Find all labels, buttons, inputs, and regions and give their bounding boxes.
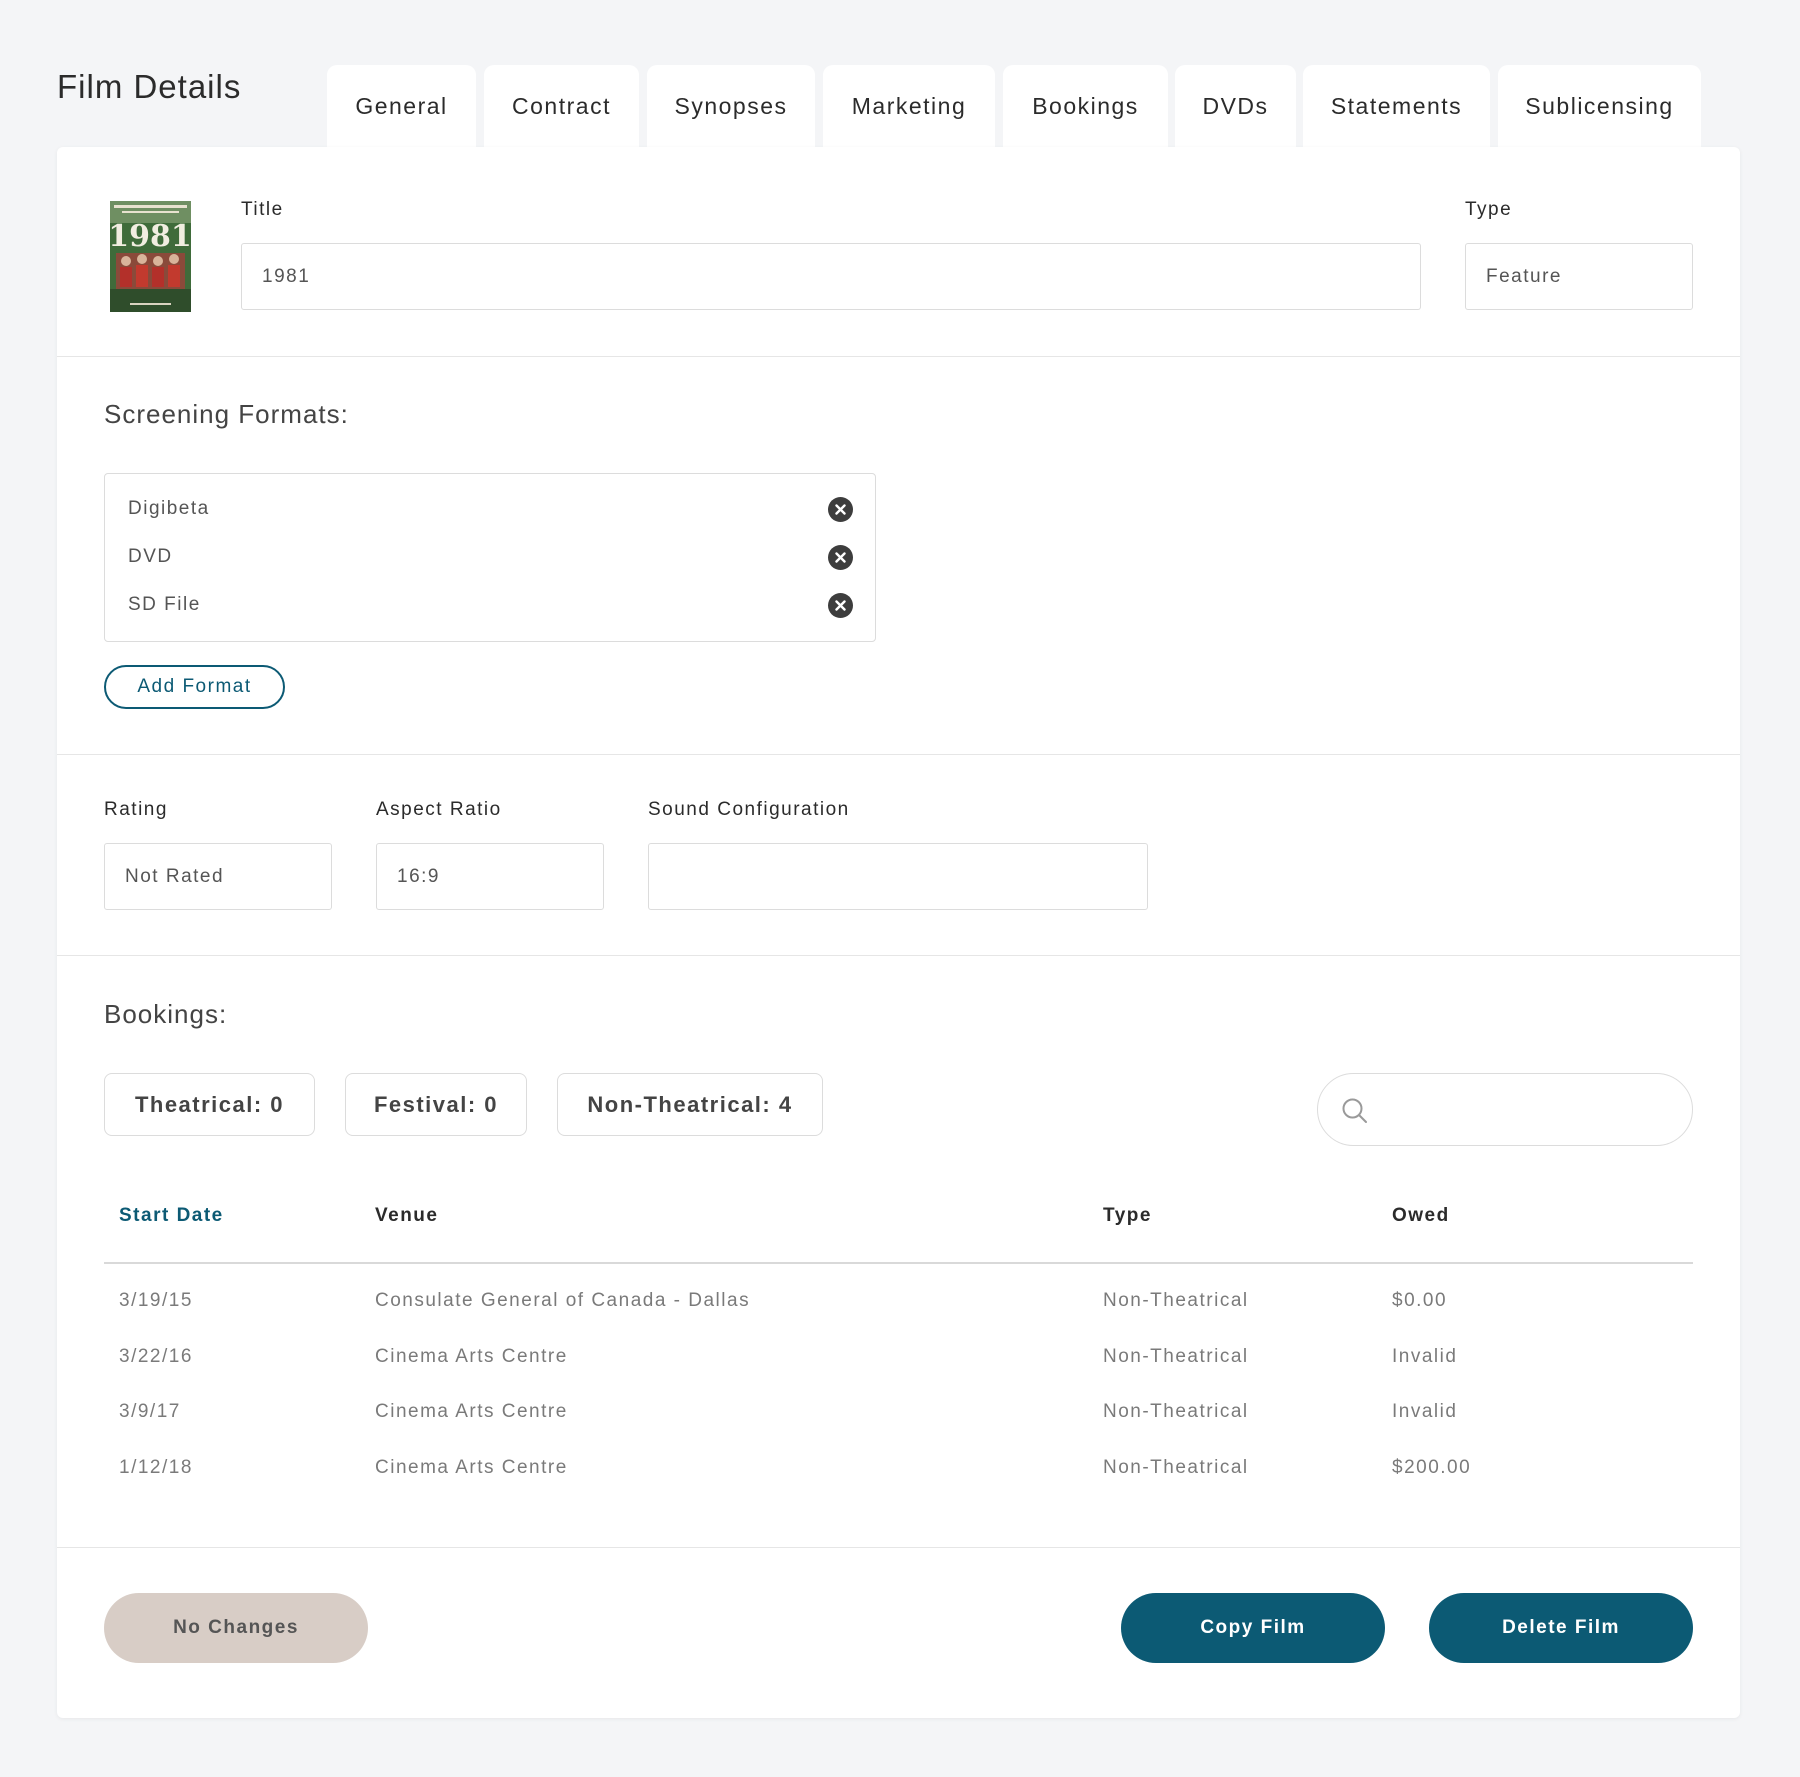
theatrical-filter-button[interactable]: Theatrical: 0 (104, 1073, 315, 1136)
film-details-card: 1981 Title 1981 Type Feature Screening F… (57, 147, 1740, 1718)
cell-venue: Consulate General of Canada - Dallas (375, 1290, 751, 1311)
poster-title: 1981 (110, 219, 191, 254)
cell-start-date: 1/12/18 (119, 1457, 193, 1478)
cell-type: Non-Theatrical (1103, 1401, 1249, 1422)
table-row[interactable]: 3/22/16 Cinema Arts Centre Non-Theatrica… (104, 1340, 1693, 1376)
cell-type: Non-Theatrical (1103, 1346, 1249, 1367)
format-label: DVD (128, 546, 173, 567)
format-label: SD File (128, 594, 201, 615)
rating-field[interactable]: Not Rated (104, 843, 332, 910)
section-divider (57, 754, 1740, 755)
table-header-rule (104, 1262, 1693, 1264)
section-divider (57, 1547, 1740, 1548)
search-icon (1341, 1097, 1369, 1130)
type-label: Type (1465, 199, 1513, 220)
sound-configuration-field[interactable] (648, 843, 1148, 910)
column-header-venue[interactable]: Venue (375, 1205, 438, 1227)
bookings-search-input[interactable] (1384, 1086, 1674, 1134)
copy-film-button[interactable]: Copy Film (1121, 1593, 1385, 1663)
screening-formats-list: Digibeta DVD SD File (104, 473, 876, 642)
non-theatrical-filter-button[interactable]: Non-Theatrical: 4 (557, 1073, 823, 1136)
cell-start-date: 3/19/15 (119, 1290, 193, 1311)
page-title: Film Details (57, 68, 242, 105)
section-divider (57, 955, 1740, 956)
cell-venue: Cinema Arts Centre (375, 1401, 568, 1422)
column-header-start-date[interactable]: Start Date (119, 1205, 224, 1227)
cell-type: Non-Theatrical (1103, 1457, 1249, 1478)
table-row[interactable]: 1/12/18 Cinema Arts Centre Non-Theatrica… (104, 1451, 1693, 1487)
cell-start-date: 3/22/16 (119, 1346, 193, 1367)
screening-formats-heading: Screening Formats: (104, 399, 349, 429)
tab-sublicensing[interactable]: Sublicensing (1498, 65, 1701, 147)
remove-format-icon[interactable] (828, 544, 853, 570)
cell-type: Non-Theatrical (1103, 1290, 1249, 1311)
tab-statements[interactable]: Statements (1303, 65, 1490, 147)
format-label: Digibeta (128, 498, 210, 519)
type-field[interactable]: Feature (1465, 243, 1693, 310)
cell-owed: $200.00 (1392, 1457, 1472, 1478)
table-row[interactable]: 3/9/17 Cinema Arts Centre Non-Theatrical… (104, 1395, 1693, 1431)
tab-general[interactable]: General (327, 65, 476, 147)
remove-format-icon[interactable] (828, 496, 853, 522)
cell-owed: Invalid (1392, 1346, 1458, 1367)
aspect-ratio-label: Aspect Ratio (376, 799, 502, 820)
title-label: Title (241, 199, 284, 220)
add-format-button[interactable]: Add Format (104, 665, 285, 709)
tab-dvds[interactable]: DVDs (1175, 65, 1296, 147)
format-item: DVD (128, 542, 853, 572)
column-header-type[interactable]: Type (1103, 1205, 1152, 1227)
column-header-owed[interactable]: Owed (1392, 1205, 1450, 1227)
festival-filter-button[interactable]: Festival: 0 (345, 1073, 527, 1136)
tab-marketing[interactable]: Marketing (823, 65, 995, 147)
table-row[interactable]: 3/19/15 Consulate General of Canada - Da… (104, 1284, 1693, 1320)
aspect-ratio-field[interactable]: 16:9 (376, 843, 604, 910)
bookings-heading: Bookings: (104, 999, 228, 1029)
cell-venue: Cinema Arts Centre (375, 1457, 568, 1478)
cell-venue: Cinema Arts Centre (375, 1346, 568, 1367)
format-item: SD File (128, 590, 853, 620)
title-field[interactable]: 1981 (241, 243, 1421, 310)
rating-label: Rating (104, 799, 168, 820)
cell-start-date: 3/9/17 (119, 1401, 181, 1422)
tab-contract[interactable]: Contract (484, 65, 639, 147)
tab-synopses[interactable]: Synopses (647, 65, 815, 147)
film-poster-image: 1981 (110, 201, 191, 312)
cell-owed: $0.00 (1392, 1290, 1448, 1311)
cell-owed: Invalid (1392, 1401, 1458, 1422)
no-changes-button: No Changes (104, 1593, 368, 1663)
delete-film-button[interactable]: Delete Film (1429, 1593, 1693, 1663)
tab-bookings[interactable]: Bookings (1003, 65, 1168, 147)
section-divider (57, 356, 1740, 357)
remove-format-icon[interactable] (828, 592, 853, 618)
format-item: Digibeta (128, 494, 853, 524)
bookings-search (1317, 1073, 1693, 1146)
sound-configuration-label: Sound Configuration (648, 799, 850, 820)
